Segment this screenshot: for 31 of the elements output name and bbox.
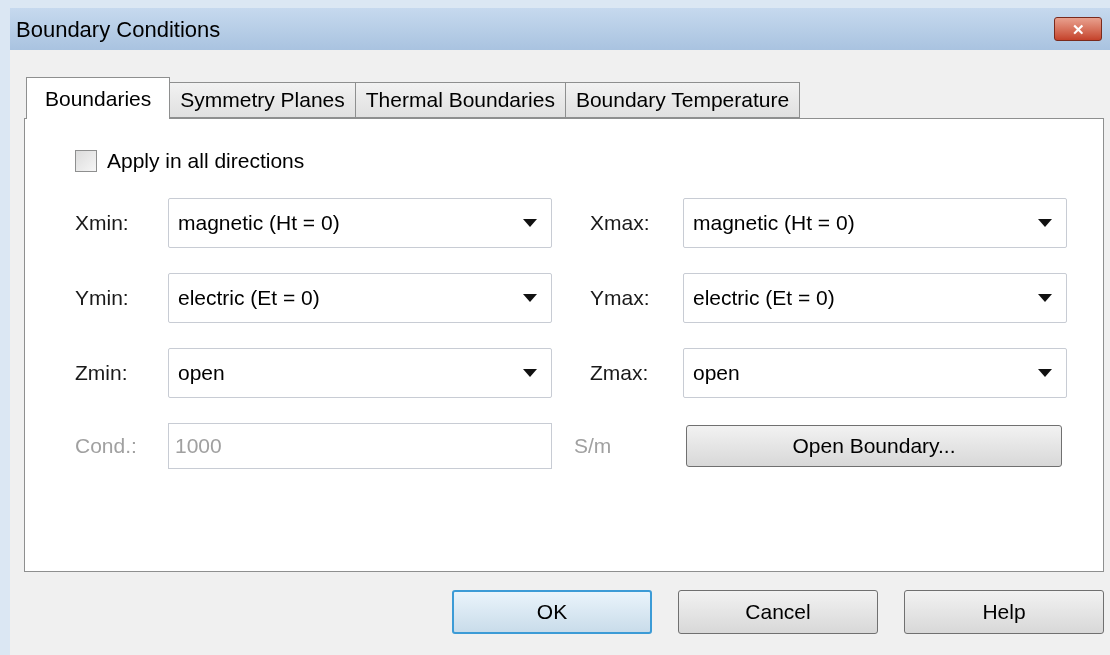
field-label: Xmin:	[75, 209, 130, 236]
window-title: Boundary Conditions	[16, 15, 221, 44]
field-label: Zmin:	[75, 359, 129, 386]
dropdown[interactable]: open	[168, 347, 552, 398]
dialog-button[interactable]: OK	[452, 590, 652, 634]
caret-icon	[1038, 293, 1052, 302]
field-label: Ymin:	[75, 284, 130, 311]
caret-icon	[1038, 218, 1052, 227]
tab[interactable]: Symmetry Planes	[170, 82, 356, 118]
dropdown[interactable]: electric (Et = 0)	[683, 272, 1067, 323]
tab[interactable]: Boundaries	[26, 77, 171, 119]
dropdown[interactable]: electric (Et = 0)	[168, 272, 552, 323]
field-label: Zmax:	[590, 359, 650, 386]
open-boundary-button[interactable]: Open Boundary...	[686, 424, 1062, 467]
dropdown[interactable]: open	[683, 347, 1067, 398]
tab[interactable]: Boundary Temperature	[565, 82, 801, 118]
dropdown[interactable]: magnetic (Ht = 0)	[168, 197, 552, 248]
field-label: Xmax:	[590, 209, 651, 236]
checkbox[interactable]	[75, 149, 97, 172]
dialog-button[interactable]: Cancel	[678, 590, 878, 634]
caret-icon	[523, 293, 537, 302]
caret-icon	[523, 368, 537, 377]
caret-icon	[1038, 368, 1052, 377]
unit-label: S/m	[573, 432, 613, 459]
tab[interactable]: Thermal Boundaries	[355, 82, 566, 118]
caret-icon	[523, 218, 537, 227]
dialog-button[interactable]: Help	[904, 590, 1104, 634]
field-label: Ymax:	[590, 284, 651, 311]
checkbox-label: Apply in all directions	[107, 148, 305, 174]
field-label: Cond.:	[75, 432, 138, 459]
dropdown[interactable]: magnetic (Ht = 0)	[683, 197, 1067, 248]
